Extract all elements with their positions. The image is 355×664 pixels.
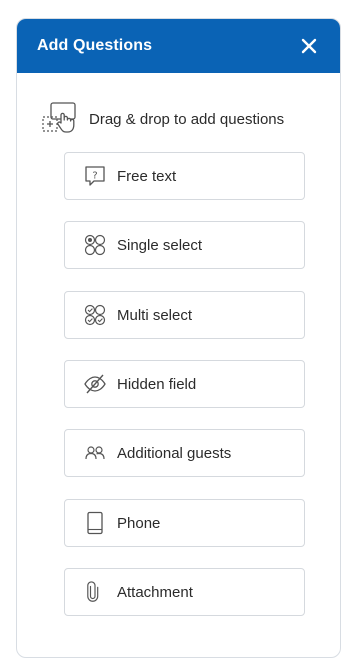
radio-options-icon [82,232,108,258]
question-type-label: Hidden field [117,375,197,393]
question-type-label: Free text [117,167,177,185]
question-type-single-select[interactable]: Single select [64,221,305,269]
question-type-free-text[interactable]: ? Free text [64,152,305,200]
question-type-attachment[interactable]: Attachment [64,568,305,616]
paperclip-icon [82,579,108,605]
check-options-icon [82,302,108,328]
question-type-additional-guests[interactable]: Additional guests [64,429,305,477]
question-type-label: Additional guests [117,444,232,462]
question-type-label: Phone [117,514,161,532]
add-questions-panel: Add Questions Drag & drop to add questio… [16,18,341,658]
phone-icon [82,510,108,536]
question-type-label: Attachment [117,583,193,601]
drag-drop-hint-text: Drag & drop to add questions [89,110,285,128]
drag-drop-hint: Drag & drop to add questions [41,101,284,137]
eye-slash-icon [82,371,108,397]
question-speech-icon: ? [82,163,108,189]
panel-header: Add Questions [17,19,340,73]
question-type-multi-select[interactable]: Multi select [64,291,305,339]
panel-title: Add Questions [37,37,153,54]
close-icon [301,38,317,54]
question-type-phone[interactable]: Phone [64,499,305,547]
close-button[interactable] [296,33,322,59]
people-icon [82,440,108,466]
question-type-label: Single select [117,236,203,254]
question-type-hidden-field[interactable]: Hidden field [64,360,305,408]
svg-text:?: ? [92,171,97,182]
drag-drop-icon [42,102,76,133]
question-type-label: Multi select [117,306,193,324]
